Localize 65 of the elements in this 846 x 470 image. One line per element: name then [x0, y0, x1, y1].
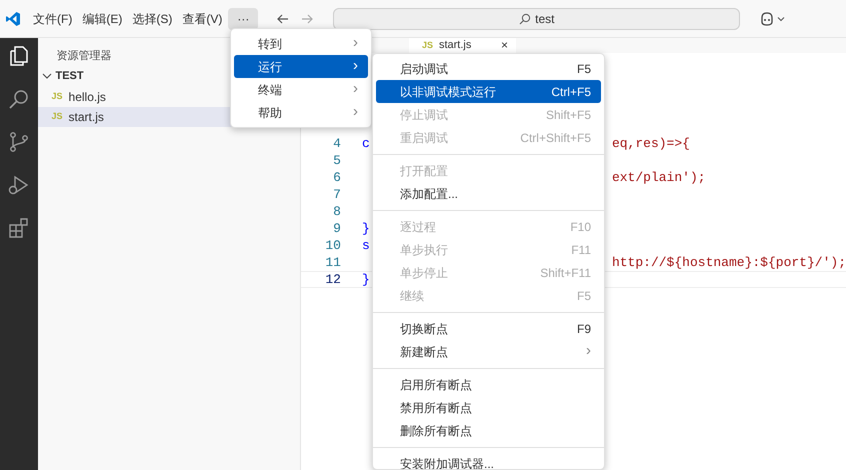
editor-tab[interactable]: JS start.js × [408, 38, 516, 53]
menu-item[interactable]: 运行 › [234, 55, 368, 78]
menu-item[interactable]: 新建断点 › [376, 340, 601, 363]
chevron-right-icon: › [586, 340, 591, 363]
file-name: start.js [68, 109, 104, 126]
line-number: 10 [324, 236, 341, 255]
menu-bar-item[interactable]: 编辑(E) [78, 8, 126, 30]
run-debug-icon[interactable] [6, 173, 31, 197]
shortcut-text: F11 [571, 242, 591, 258]
menu-item[interactable]: 切换断点 F9 [376, 317, 601, 340]
chevron-right-icon: › [353, 101, 358, 124]
shortcut-text: F10 [570, 218, 591, 236]
file-name: hello.js [68, 89, 106, 106]
menu-item[interactable]: 以非调试模式运行 Ctrl+F5 [376, 80, 601, 103]
code-text: eq,res)=>{ [612, 134, 690, 153]
menu-item[interactable]: 禁用所有断点 [376, 396, 601, 419]
shortcut-text: Ctrl+F5 [551, 84, 591, 100]
menu-item[interactable]: 启用所有断点 [376, 373, 601, 396]
menu-item[interactable]: 安装附加调试器... [376, 452, 601, 469]
shortcut-text: Shift+F5 [546, 106, 591, 124]
menu-bar-item[interactable]: 查看(V) [178, 8, 226, 30]
back-arrow-icon[interactable] [276, 12, 290, 26]
code-text: s [362, 238, 370, 253]
code-text: http://${hostname}:${port}/'); [612, 254, 846, 272]
shortcut-text: F9 [576, 320, 591, 338]
shortcut-text: F5 [576, 288, 591, 304]
line-number: 5 [332, 152, 341, 170]
folder-label: TEST [56, 68, 84, 84]
js-label: JS [52, 110, 63, 124]
line-number: 6 [332, 168, 341, 187]
search-icon [519, 12, 532, 24]
menu-bar-item[interactable]: ··· [228, 8, 258, 30]
line-number: 11 [324, 254, 341, 272]
search-text: test [535, 10, 554, 28]
menu-item[interactable]: 终端 › [234, 78, 368, 101]
tab-label: start.js [438, 39, 472, 52]
menu-item[interactable]: 添加配置... [376, 182, 601, 205]
shortcut-text: F5 [576, 60, 591, 78]
search-field[interactable]: test [333, 8, 740, 30]
sidebar-title: 资源管理器 [56, 50, 112, 62]
menu-item[interactable]: 启动调试 F5 [376, 57, 601, 80]
line-number: 4 [332, 134, 341, 153]
code-text: } [362, 220, 370, 236]
line-number: 8 [332, 202, 341, 221]
code-text: c [362, 136, 370, 151]
line-number: 12 [324, 270, 341, 289]
js-label: JS [52, 90, 63, 104]
chevron-right-icon: › [353, 55, 358, 78]
shortcut-text: Shift+F11 [540, 264, 591, 282]
shortcut-text: Ctrl+Shift+F5 [520, 130, 591, 146]
code-text: ext/plain'); [612, 168, 706, 187]
chevron-right-icon: › [353, 78, 358, 101]
chevron-right-icon: › [353, 32, 358, 55]
code-text: } [362, 272, 370, 287]
line-number: 7 [332, 186, 341, 204]
menu-item[interactable]: 删除所有断点 [376, 419, 601, 442]
js-label: JS [422, 39, 433, 52]
app-logo-icon[interactable] [5, 10, 21, 26]
robot-icon[interactable] [759, 10, 776, 26]
close-icon[interactable]: × [500, 39, 508, 52]
chevron-down-icon[interactable] [777, 14, 786, 22]
menu-bar-item[interactable]: 选择(S) [128, 8, 176, 30]
menu-bar-item[interactable]: 文件(F) [29, 8, 76, 30]
line-number: 9 [332, 220, 341, 238]
menu-item[interactable]: 转到 › [234, 32, 368, 55]
